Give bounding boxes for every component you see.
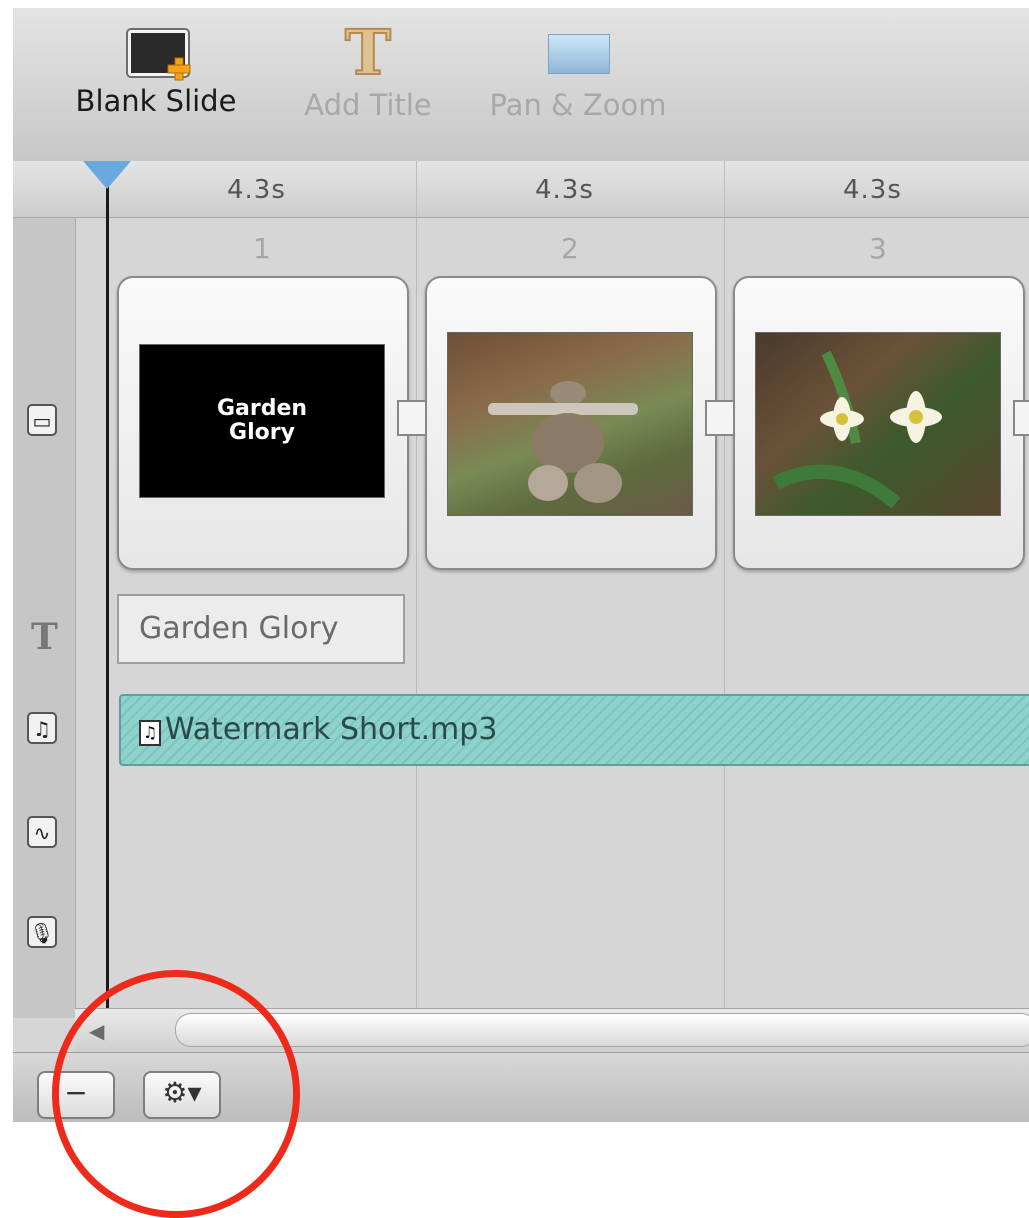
bottom-bar: − ⚙▾ [13, 1052, 1029, 1122]
audio-track-clip[interactable]: ♫ Watermark Short.mp3 [119, 694, 1029, 766]
add-title-button[interactable]: T Add Title [293, 16, 443, 123]
slide-number: 1 [253, 232, 271, 265]
playhead-marker[interactable] [83, 161, 131, 189]
audio-file-name: Watermark Short.mp3 [165, 712, 498, 747]
pan-zoom-button[interactable]: Pan & Zoom [483, 24, 673, 122]
remove-button[interactable]: − [37, 1071, 115, 1119]
slide-number: 3 [869, 232, 887, 265]
horizontal-scrollbar[interactable]: ◀ [75, 1008, 1029, 1051]
music-track-icon[interactable]: ♫ [27, 712, 57, 744]
pan-zoom-icon [546, 24, 610, 82]
slide-thumbnail [755, 332, 1001, 516]
blank-slide-button[interactable]: Blank Slide [71, 24, 241, 118]
title-track-icon: T [31, 616, 58, 658]
blank-slide-icon [124, 24, 191, 81]
toolbar: Blank Slide T Add Title Pan & Zoom [13, 8, 1029, 162]
slide-duration: 4.3s [227, 175, 286, 205]
slide-duration: 4.3s [843, 175, 902, 205]
video-track-icon[interactable]: ▭ [27, 404, 57, 436]
slide-2[interactable] [425, 276, 717, 570]
slide-title-text: Garden [216, 396, 308, 421]
scrollbar-thumb[interactable] [175, 1013, 1029, 1047]
transition-icon[interactable] [397, 400, 427, 436]
transition-icon[interactable] [1013, 400, 1029, 436]
blank-slide-label: Blank Slide [75, 84, 237, 118]
settings-menu-button[interactable]: ⚙▾ [143, 1071, 221, 1119]
playhead-line [106, 168, 109, 1008]
timeline-ruler: 4.3s 4.3s 4.3s [13, 161, 1029, 218]
add-title-label: Add Title [304, 88, 432, 122]
slide-3[interactable] [733, 276, 1025, 570]
transition-icon[interactable] [705, 400, 735, 436]
title-track-clip[interactable]: Garden Glory [117, 594, 405, 664]
microphone-icon[interactable]: 🎙 [27, 916, 57, 948]
minus-icon: − [64, 1076, 88, 1109]
music-note-icon: ♫ [139, 720, 161, 746]
slide-1[interactable]: Garden Glory [117, 276, 409, 570]
slide-title-text: Glory [229, 420, 295, 445]
track-icon-strip: ▭ T ♫ ∿ 🎙 [13, 218, 76, 1018]
pan-zoom-label: Pan & Zoom [489, 88, 667, 122]
slide-thumbnail [447, 332, 693, 516]
gear-icon: ⚙▾ [162, 1076, 202, 1109]
slide-number: 2 [561, 232, 579, 265]
slideshow-editor-window: Blank Slide T Add Title Pan & Zoom 4.3s … [13, 8, 1029, 1122]
slide-duration: 4.3s [535, 175, 594, 205]
scroll-left-arrow-icon[interactable]: ◀ [89, 1019, 104, 1043]
sound-wave-icon[interactable]: ∿ [27, 816, 57, 848]
slide-thumbnail: Garden Glory [139, 344, 385, 498]
title-text-icon: T [344, 16, 392, 89]
